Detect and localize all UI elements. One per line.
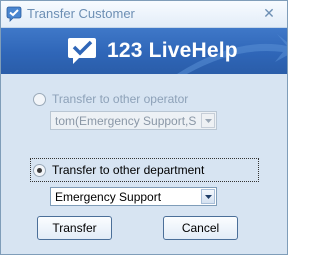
cancel-button[interactable]: Cancel [163,216,238,240]
department-option-row[interactable]: Transfer to other department [33,163,204,177]
title-bar: Transfer Customer ✕ [1,1,287,28]
brand-banner: 123 LiveHelp [1,28,287,74]
operator-option-label: Transfer to other operator [52,92,189,106]
window-title: Transfer Customer [27,6,135,21]
transfer-customer-dialog: Transfer Customer ✕ 123 LiveHelp Transfe… [0,0,288,255]
department-option-label: Transfer to other department [52,163,205,177]
livehelp-logo-icon [68,38,96,64]
transfer-button[interactable]: Transfer [37,216,112,240]
department-radio[interactable] [33,163,46,177]
chevron-down-icon [204,194,212,199]
operator-radio[interactable] [33,92,46,106]
check-bubble-icon [6,6,22,22]
operator-select-value: tom(Emergency Support,Sa [55,114,196,128]
operator-option-row[interactable]: Transfer to other operator [33,92,188,106]
brand-name: 123 LiveHelp [107,39,238,62]
department-dropdown-button[interactable] [201,189,215,204]
close-button[interactable]: ✕ [261,4,277,22]
operator-select[interactable]: tom(Emergency Support,Sa [50,111,217,130]
close-icon: ✕ [263,5,275,21]
chevron-down-icon [204,118,212,123]
operator-dropdown-button[interactable] [201,113,215,128]
department-select[interactable]: Emergency Support [50,187,217,206]
department-select-value: Emergency Support [55,190,162,204]
